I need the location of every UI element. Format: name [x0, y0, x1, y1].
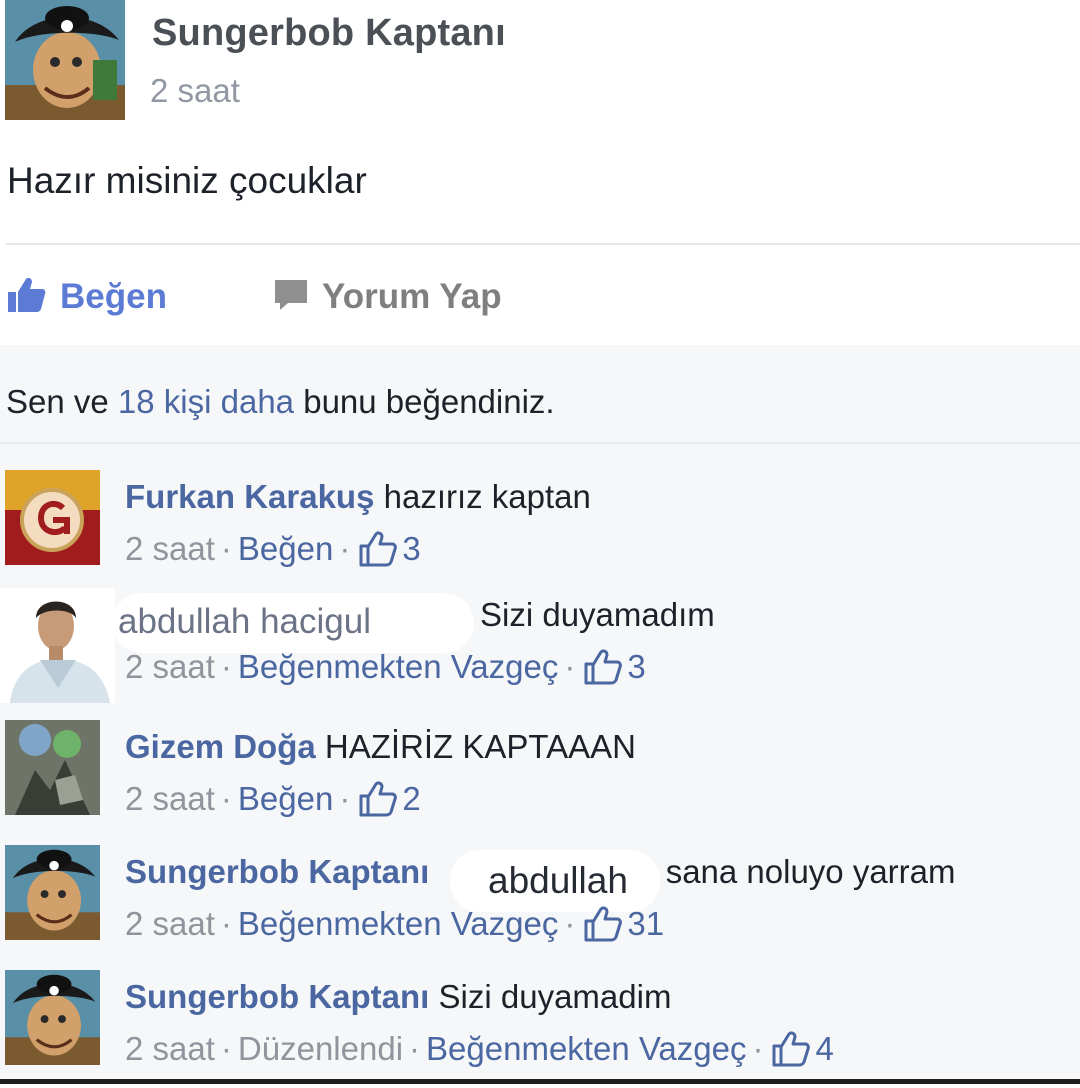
thumbs-up-outline-icon	[358, 531, 398, 567]
like-button[interactable]: Beğen	[6, 277, 167, 317]
comment-like-link[interactable]: Beğen	[238, 780, 333, 818]
thumbs-up-icon	[6, 276, 48, 319]
comment-content: Furkan Karakuş hazırız kaptan	[125, 478, 591, 516]
thumbs-up-outline-icon	[583, 906, 623, 942]
comment-timestamp[interactable]: 2 saat	[125, 1030, 215, 1068]
feedback-area: Sen ve 18 kişi daha bunu beğendiniz. Fur…	[0, 345, 1080, 1084]
reaction-count[interactable]: 2	[402, 780, 420, 818]
comment-unlike-link[interactable]: Beğenmekten Vazgeç	[426, 1030, 746, 1068]
commenter-name[interactable]: abdullah hacigul	[112, 593, 474, 653]
comment-timestamp[interactable]: 2 saat	[125, 648, 215, 686]
comment-timestamp[interactable]: 2 saat	[125, 780, 215, 818]
comment-content: Gizem Doğa HAZİRİZ KAPTAAAN	[125, 728, 636, 766]
comment-unlike-link[interactable]: Beğenmekten Vazgeç	[238, 905, 558, 943]
commenter-avatar[interactable]	[5, 720, 100, 815]
comment-meta: 2 saat · Düzenlendi · Beğenmekten Vazgeç…	[125, 1030, 834, 1068]
thumbs-up-outline-icon	[771, 1031, 811, 1067]
commenter-name[interactable]: Furkan Karakuş	[125, 478, 374, 515]
comment-item: Sizi duyamadım abdullah hacigul 2 saat ·…	[0, 588, 1080, 706]
commenter-name[interactable]: Gizem Doğa	[125, 728, 316, 765]
post-action-bar: Beğen Yorum Yap	[0, 245, 1080, 345]
summary-divider	[0, 442, 1080, 444]
comment-text: Sizi duyamadım	[480, 596, 715, 633]
edited-indicator[interactable]: Düzenlendi	[238, 1030, 403, 1068]
comment-item: Sungerbob Kaptanı sana noluyo yarram abd…	[0, 845, 1080, 963]
likes-summary-suffix: bunu beğendiniz.	[294, 383, 555, 420]
post-author-name[interactable]: Sungerbob Kaptanı	[152, 12, 506, 55]
post-timestamp[interactable]: 2 saat	[150, 72, 240, 110]
likes-count-link[interactable]: 18 kişi daha	[118, 383, 294, 420]
comment-text: Sizi duyamadim	[438, 978, 672, 1015]
comment-meta: 2 saat · Beğen · 2	[125, 780, 421, 818]
commenter-avatar[interactable]	[5, 845, 100, 940]
bottom-edge	[0, 1079, 1080, 1084]
comment-item: Furkan Karakuş hazırız kaptan 2 saat · B…	[0, 470, 1080, 588]
comment-text: sana noluyo yarram	[665, 853, 956, 890]
thumbs-up-outline-icon	[358, 781, 398, 817]
comment-button-label: Yorum Yap	[322, 277, 502, 316]
reaction-count[interactable]: 3	[402, 530, 420, 568]
reaction-count[interactable]: 31	[627, 905, 664, 943]
comment-like-link[interactable]: Beğen	[238, 530, 333, 568]
comment-item: Sungerbob Kaptanı Sizi duyamadim 2 saat …	[0, 970, 1080, 1088]
mention-tag[interactable]: abdullah	[450, 850, 660, 912]
comment-button[interactable]: Yorum Yap	[272, 277, 502, 317]
comment-content: Sungerbob Kaptanı Sizi duyamadim	[125, 978, 671, 1016]
commenter-avatar[interactable]	[5, 470, 100, 565]
like-button-label: Beğen	[60, 277, 167, 316]
comment-text: hazırız kaptan	[383, 478, 591, 515]
comment-meta: 2 saat · Beğen · 3	[125, 530, 421, 568]
speech-bubble-icon	[272, 277, 310, 318]
post-header: Sungerbob Kaptanı 2 saat	[0, 0, 1080, 130]
reaction-count[interactable]: 4	[815, 1030, 833, 1068]
comment-timestamp[interactable]: 2 saat	[125, 530, 215, 568]
thumbs-up-outline-icon	[583, 649, 623, 685]
likes-summary: Sen ve 18 kişi daha bunu beğendiniz.	[6, 383, 555, 421]
comment-timestamp[interactable]: 2 saat	[125, 905, 215, 943]
comment-content: Sizi duyamadım	[480, 596, 715, 634]
commenter-name[interactable]: Sungerbob Kaptanı	[125, 978, 429, 1015]
likes-summary-prefix: Sen ve	[6, 383, 118, 420]
comment-item: Gizem Doğa HAZİRİZ KAPTAAAN 2 saat · Beğ…	[0, 720, 1080, 838]
author-avatar[interactable]	[5, 0, 125, 120]
post-text: Hazır misiniz çocuklar	[7, 160, 367, 201]
commenter-avatar[interactable]	[0, 588, 115, 703]
reaction-count[interactable]: 3	[627, 648, 645, 686]
comment-meta: 2 saat · Beğenmekten Vazgeç · 31	[125, 905, 665, 943]
commenter-name[interactable]: Sungerbob Kaptanı	[125, 853, 429, 890]
commenter-avatar[interactable]	[5, 970, 100, 1065]
comment-text: HAZİRİZ KAPTAAAN	[324, 728, 636, 765]
comment-meta: 2 saat · Beğenmekten Vazgeç · 3	[125, 648, 646, 686]
comment-unlike-link[interactable]: Beğenmekten Vazgeç	[238, 648, 558, 686]
